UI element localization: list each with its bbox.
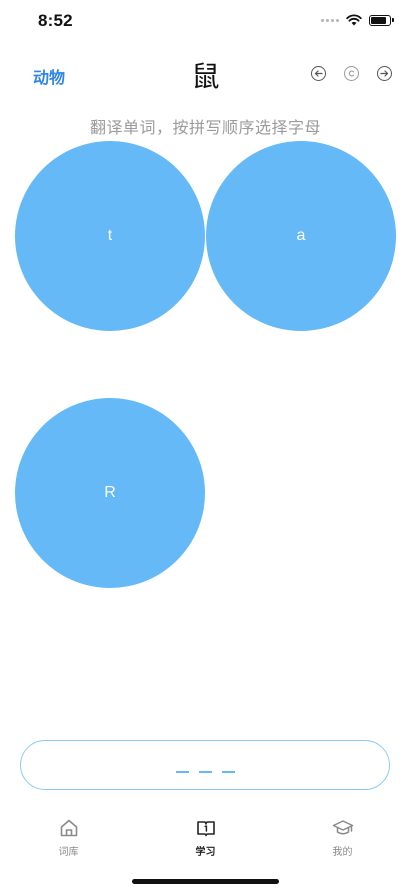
tab-vocabulary[interactable]: 词库 (0, 818, 137, 863)
home-indicator[interactable] (132, 879, 279, 884)
arrow-left-circle-icon[interactable] (311, 66, 326, 81)
answer-slot (198, 771, 212, 773)
answer-slot (175, 771, 189, 773)
wifi-icon (346, 14, 362, 26)
graduation-cap-icon (332, 820, 353, 835)
tab-profile[interactable]: 我的 (274, 818, 411, 863)
answer-slot (221, 771, 235, 773)
letter-bubble[interactable]: R (15, 398, 205, 588)
tab-label: 我的 (332, 847, 353, 858)
copyright-circle-icon[interactable] (344, 66, 359, 81)
cellular-signal-icon (321, 18, 339, 22)
book-icon (196, 821, 215, 837)
tab-bar: 词库 学习 我的 (0, 818, 411, 863)
letter-bubble[interactable]: a (206, 141, 396, 331)
tab-label: 学习 (195, 847, 216, 858)
tab-study[interactable]: 学习 (137, 818, 274, 863)
instruction-text: 翻译单词，按拼写顺序选择字母 (89, 118, 321, 137)
letter-bubble[interactable]: t (15, 141, 205, 331)
battery-icon (369, 14, 394, 26)
app-screen: 8:52 动物 鼠 翻译单词，按拼写顺序选择字母 t a R 词库 学习 我的 (0, 0, 411, 893)
status-indicators (321, 14, 394, 26)
battery-level (371, 16, 387, 24)
status-time: 8:52 (38, 11, 73, 30)
answer-field[interactable] (20, 740, 390, 790)
arrow-right-circle-icon[interactable] (377, 66, 392, 81)
nav-actions (311, 66, 392, 81)
tab-label: 词库 (58, 847, 79, 858)
home-icon (60, 819, 77, 837)
